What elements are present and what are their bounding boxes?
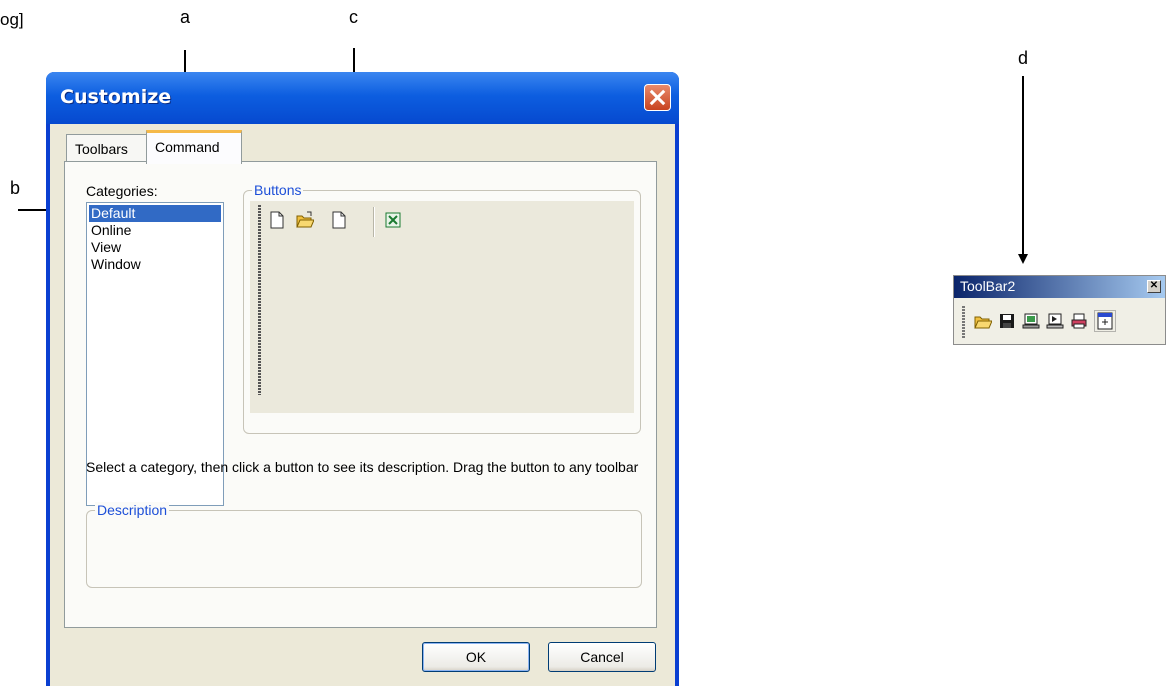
category-item-window[interactable]: Window xyxy=(89,256,221,273)
toolbar2-close-icon[interactable]: ✕ xyxy=(1147,280,1161,293)
cancel-button[interactable]: Cancel xyxy=(548,642,656,672)
toolbar2-titlebar[interactable]: ToolBar2 ✕ xyxy=(954,276,1165,298)
buttons-group: Buttons xyxy=(243,182,641,434)
toolbar2-grip[interactable] xyxy=(962,306,965,338)
toolbar-grip[interactable] xyxy=(258,205,261,395)
caption-fragment: og] xyxy=(0,10,24,29)
close-icon[interactable] xyxy=(644,84,671,111)
print-icon[interactable] xyxy=(1070,312,1088,330)
toolbar2-window: ToolBar2 ✕ xyxy=(953,275,1166,345)
tab-command[interactable]: Command xyxy=(146,130,242,164)
dialog-titlebar[interactable]: Customize xyxy=(46,72,679,124)
print-preview-icon[interactable] xyxy=(1046,312,1064,330)
buttons-group-label: Buttons xyxy=(252,182,304,198)
buttons-area xyxy=(250,201,634,413)
category-item-online[interactable]: Online xyxy=(89,222,221,239)
categories-label: Categories: xyxy=(86,183,158,199)
monitor-icon[interactable] xyxy=(1022,312,1040,330)
instruction-text: Select a category, then click a button t… xyxy=(86,459,639,475)
dialog-client-area: Toolbars Command Categories: Default Onl… xyxy=(50,124,675,686)
callout-line-d xyxy=(1022,76,1024,254)
callout-label-a: a xyxy=(180,7,191,27)
callout-label-d: d xyxy=(1018,48,1029,68)
blank-document-icon[interactable] xyxy=(330,211,348,229)
category-item-default[interactable]: Default xyxy=(89,205,221,222)
open-folder-icon[interactable] xyxy=(974,312,992,330)
description-group-label: Description xyxy=(95,502,170,518)
toolbar2-title: ToolBar2 xyxy=(960,278,1016,294)
save-icon[interactable] xyxy=(998,312,1016,330)
callout-label-b: b xyxy=(10,178,21,198)
callout-label-c: c xyxy=(349,7,358,27)
customize-dialog: Customize Toolbars Command Categories: D… xyxy=(46,72,679,686)
ok-button[interactable]: OK xyxy=(422,642,530,672)
excel-export-icon[interactable] xyxy=(384,211,402,229)
new-document-icon[interactable] xyxy=(268,211,286,229)
import-icon[interactable] xyxy=(1094,310,1116,332)
toolbar-separator xyxy=(373,207,374,237)
dialog-title: Customize xyxy=(60,86,172,108)
description-group: Description xyxy=(86,502,642,588)
category-item-view[interactable]: View xyxy=(89,239,221,256)
tab-toolbars[interactable]: Toolbars xyxy=(66,134,147,162)
open-folder-icon[interactable] xyxy=(296,211,314,229)
callout-arrow-d xyxy=(1018,254,1028,264)
